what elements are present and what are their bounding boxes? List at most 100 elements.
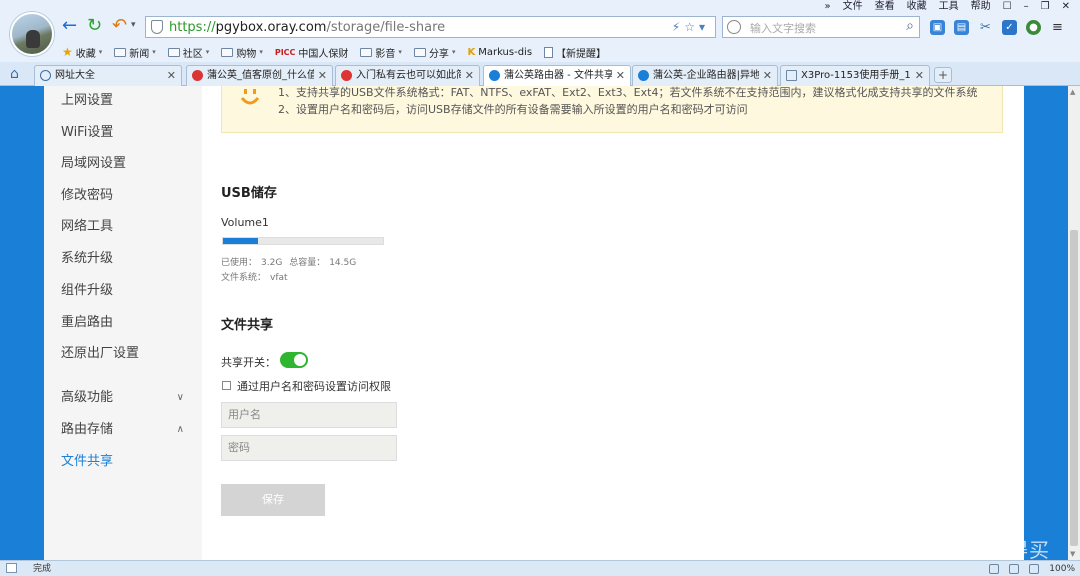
- used-label: 已使用：: [221, 258, 258, 268]
- close-icon[interactable]: ✕: [1062, 1, 1070, 13]
- restore-icon[interactable]: ❐: [1041, 1, 1050, 13]
- storage-usage-fill: [223, 238, 259, 244]
- page-scrollbar[interactable]: ▲ ▼: [1068, 86, 1080, 560]
- sidebar: 上网设置 WiFi设置 局域网设置 修改密码 网络工具 系统升级 组件升级 重启…: [44, 86, 202, 560]
- tab-private-cloud[interactable]: 入门私有云也可以如此简 ✕: [335, 65, 480, 86]
- smzdm-icon: [192, 70, 203, 81]
- sidebar-item-system-upgrade[interactable]: 系统升级: [61, 249, 186, 269]
- close-icon[interactable]: ✕: [915, 66, 924, 85]
- bookmark-markus[interactable]: K Markus-dis: [467, 47, 532, 58]
- sidebar-item-advanced[interactable]: 高级功能 ∨: [61, 388, 186, 408]
- scroll-thumb[interactable]: [1070, 230, 1078, 546]
- smile-icon: [240, 89, 260, 105]
- sidebar-item-password[interactable]: 修改密码: [61, 186, 186, 206]
- smzdm-icon: [341, 70, 352, 81]
- close-icon[interactable]: ✕: [616, 66, 625, 85]
- settings-icon[interactable]: [1029, 564, 1040, 574]
- tab-label: 蒲公英-企业路由器|异地组: [653, 70, 759, 81]
- address-bar[interactable]: https://pgybox.oray.com/storage/file-sha…: [145, 16, 716, 38]
- storage-usage-bar: [222, 237, 384, 245]
- tab-nav-portal[interactable]: 网址大全 ✕: [34, 65, 182, 86]
- home-icon[interactable]: ⌂: [10, 66, 19, 82]
- menu-tools[interactable]: 工具: [939, 1, 959, 13]
- url-text[interactable]: https://pgybox.oray.com/storage/file-sha…: [169, 19, 445, 36]
- share-toggle[interactable]: [280, 352, 308, 368]
- tab-label: X3Pro-1153使用手册_1: [801, 70, 911, 81]
- sidebar-item-network-tools[interactable]: 网络工具: [61, 217, 186, 237]
- sidebar-item-file-share[interactable]: 文件共享: [61, 452, 186, 472]
- save-icon[interactable]: ▤: [954, 19, 969, 35]
- password-field[interactable]: 密码: [221, 435, 397, 461]
- auth-checkbox[interactable]: [222, 381, 231, 390]
- bookmark-label: 收藏: [75, 48, 96, 60]
- sidebar-item-label: 文件共享: [61, 454, 114, 469]
- status-tools: 100%: [989, 562, 1075, 576]
- globe-icon[interactable]: ●: [1026, 19, 1041, 35]
- router-admin-panel: 上网设置 WiFi设置 局域网设置 修改密码 网络工具 系统升级 组件升级 重启…: [44, 86, 1024, 560]
- minimize-icon[interactable]: –: [1024, 1, 1029, 13]
- bookmark-picc[interactable]: PICC 中国人保财: [275, 45, 349, 60]
- tab-enterprise-router[interactable]: 蒲公英-企业路由器|异地组 ✕: [632, 65, 778, 86]
- bookmark-community[interactable]: 社区 ▾: [167, 45, 209, 60]
- zoom-level[interactable]: 100%: [1049, 562, 1075, 576]
- scissors-icon[interactable]: ✂: [978, 20, 993, 35]
- shirt-icon[interactable]: ☐: [1003, 1, 1012, 13]
- sidebar-item-internet[interactable]: 上网设置: [61, 91, 186, 111]
- sidebar-item-component-upgrade[interactable]: 组件升级: [61, 281, 186, 301]
- page-icon[interactable]: ▣: [930, 19, 945, 35]
- download-icon[interactable]: [1009, 564, 1020, 574]
- close-icon[interactable]: ✕: [763, 66, 772, 85]
- menu-icon[interactable]: ≡: [1050, 20, 1065, 35]
- storage-usage-text: 已使用： 3.2G 总容量： 14.5G: [221, 255, 360, 268]
- tab-x3pro-manual[interactable]: X3Pro-1153使用手册_1 ✕: [780, 65, 930, 86]
- menu-help[interactable]: 帮助: [971, 1, 991, 13]
- status-text: 完成: [33, 564, 52, 574]
- search-icon[interactable]: ⌕: [906, 18, 914, 34]
- scroll-up-arrow-icon[interactable]: ▲: [1070, 88, 1075, 96]
- chevron-down-icon: ∨: [176, 392, 184, 403]
- bookmark-media[interactable]: 影音 ▾: [360, 45, 402, 60]
- sidebar-item-label: WiFi设置: [61, 125, 114, 140]
- auth-checkbox-label[interactable]: 通过用户名和密码设置访问权限: [237, 378, 391, 394]
- shield-check-icon[interactable]: ✓: [1002, 19, 1017, 35]
- sidebar-item-label: 重启路由: [61, 315, 114, 330]
- sidebar-item-lan[interactable]: 局域网设置: [61, 154, 186, 174]
- sidebar-item-router-storage[interactable]: 路由存储 ∧: [61, 420, 186, 440]
- search-input[interactable]: 输入文字搜索: [750, 20, 816, 36]
- tab-label: 入门私有云也可以如此简: [356, 70, 461, 81]
- close-icon[interactable]: ✕: [318, 66, 327, 85]
- toggle-knob: [294, 354, 306, 366]
- address-bar-actions[interactable]: ⚡☆▾: [672, 19, 709, 36]
- speaker-icon[interactable]: [989, 564, 1000, 574]
- tab-smzdm-article[interactable]: 蒲公英_值客原创_什么值 ✕: [186, 65, 333, 86]
- menu-view[interactable]: 查看: [875, 1, 895, 13]
- menu-more[interactable]: »: [825, 1, 831, 13]
- username-field[interactable]: 用户名: [221, 402, 397, 428]
- bookmark-shopping[interactable]: 购物 ▾: [221, 45, 263, 60]
- menu-favorites[interactable]: 收藏: [907, 1, 927, 13]
- notice-line-1: 1、支持共享的USB文件系统格式：FAT、NTFS、exFAT、Ext2、Ext…: [278, 86, 978, 99]
- save-button[interactable]: 保存: [221, 484, 325, 516]
- undo-icon[interactable]: ↶: [112, 16, 127, 36]
- close-icon[interactable]: ✕: [465, 66, 474, 85]
- bookmark-reminder[interactable]: 【新提醒】: [544, 45, 606, 60]
- menu-file[interactable]: 文件: [843, 1, 863, 13]
- sidebar-item-reboot[interactable]: 重启路由: [61, 313, 186, 333]
- bookmark-favorites[interactable]: ★ 收藏 ▾: [62, 45, 102, 60]
- bookmark-share[interactable]: 分享 ▾: [413, 45, 455, 60]
- scroll-down-arrow-icon[interactable]: ▼: [1070, 550, 1075, 558]
- close-icon[interactable]: ✕: [167, 66, 176, 85]
- search-box[interactable]: 输入文字搜索 ⌕: [722, 16, 920, 38]
- new-tab-button[interactable]: +: [934, 67, 952, 83]
- folder-icon: [360, 47, 373, 57]
- bookmark-news[interactable]: 新闻 ▾: [114, 45, 156, 60]
- chevron-down-icon[interactable]: ▾: [131, 20, 136, 30]
- search-engine-icon[interactable]: [727, 20, 741, 34]
- sidebar-item-factory-reset[interactable]: 还原出厂设置: [61, 344, 186, 364]
- star-icon: ★: [62, 45, 73, 59]
- sidebar-item-wifi[interactable]: WiFi设置: [61, 123, 186, 143]
- refresh-icon[interactable]: ↻: [87, 16, 102, 36]
- url-path: /storage/file-share: [326, 20, 446, 35]
- back-arrow-icon[interactable]: ←: [62, 16, 77, 36]
- total-value: 14.5G: [329, 258, 357, 268]
